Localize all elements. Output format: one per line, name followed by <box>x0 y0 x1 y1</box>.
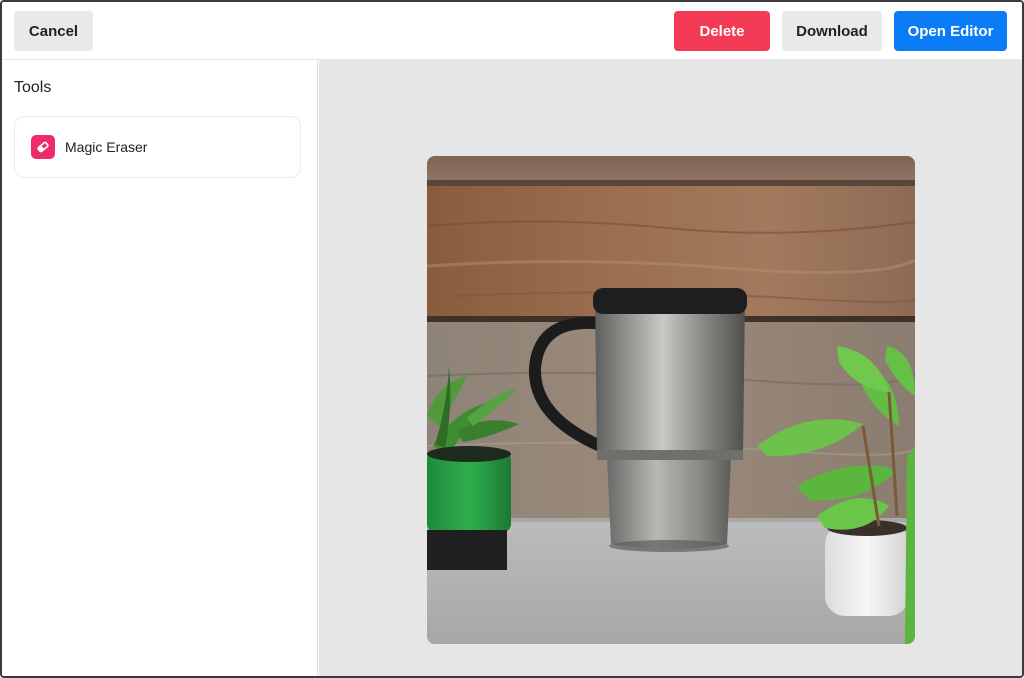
editor-window: Cancel Delete Download Open Editor Tools… <box>0 0 1024 678</box>
open-editor-button[interactable]: Open Editor <box>894 11 1007 51</box>
cancel-button[interactable]: Cancel <box>14 11 93 51</box>
photo-preview[interactable] <box>427 156 915 644</box>
tool-label: Magic Eraser <box>65 139 148 155</box>
photo-image <box>427 156 915 644</box>
eraser-icon <box>31 135 55 159</box>
tools-heading: Tools <box>14 79 52 96</box>
top-toolbar: Cancel Delete Download Open Editor <box>2 2 1022 60</box>
image-canvas <box>319 60 1022 676</box>
download-button[interactable]: Download <box>782 11 882 51</box>
delete-button[interactable]: Delete <box>674 11 770 51</box>
tool-magic-eraser[interactable]: Magic Eraser <box>14 116 301 178</box>
tools-sidebar: Tools Magic Eraser <box>2 60 318 676</box>
